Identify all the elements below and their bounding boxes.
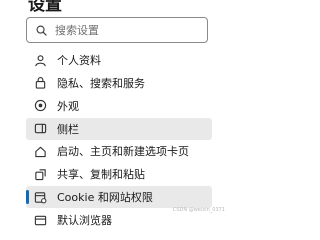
nav-item-profiles[interactable]: 个人资料	[26, 49, 212, 71]
search-box[interactable]	[26, 17, 208, 43]
nav-item-label: 共享、复制和粘贴	[57, 168, 145, 182]
search-icon	[36, 25, 47, 36]
nav-item-sidebar[interactable]: 侧栏	[26, 117, 212, 140]
browser-icon	[33, 213, 47, 227]
appearance-icon	[33, 99, 47, 113]
home-icon	[33, 144, 47, 158]
watermark: CSDN @weixin_0371	[172, 207, 225, 213]
nav-item-label: 侧栏	[57, 122, 79, 136]
nav-item-label: 默认浏览器	[57, 214, 112, 228]
nav-item-label: 外观	[57, 99, 79, 113]
nav-item-startup[interactable]: 启动、主页和新建选项卡页	[26, 140, 212, 162]
nav-item-label: Cookie 和网站权限	[57, 191, 153, 205]
lock-icon	[33, 76, 47, 90]
nav-item-label: 隐私、搜索和服务	[57, 76, 145, 90]
selected-indicator	[26, 190, 29, 205]
nav-item-share[interactable]: 共享、复制和粘贴	[26, 163, 212, 185]
nav-item-cookies[interactable]: Cookie 和网站权限	[26, 186, 212, 209]
nav-item-label: 个人资料	[57, 54, 101, 67]
settings-nav: 个人资料 隐私、搜索和服务 外观 侧栏 启动、主页和新建选项卡页 共享、复制和粘…	[26, 49, 212, 232]
share-icon	[33, 167, 47, 181]
profile-icon	[33, 53, 47, 67]
site-permissions-icon	[33, 190, 47, 204]
search-input[interactable]	[55, 23, 195, 37]
sidebar-icon	[33, 122, 47, 136]
nav-item-label: 启动、主页和新建选项卡页	[57, 145, 189, 159]
page-title: 设置	[28, 0, 62, 15]
nav-item-appearance[interactable]: 外观	[26, 95, 212, 117]
nav-item-privacy[interactable]: 隐私、搜索和服务	[26, 72, 212, 94]
